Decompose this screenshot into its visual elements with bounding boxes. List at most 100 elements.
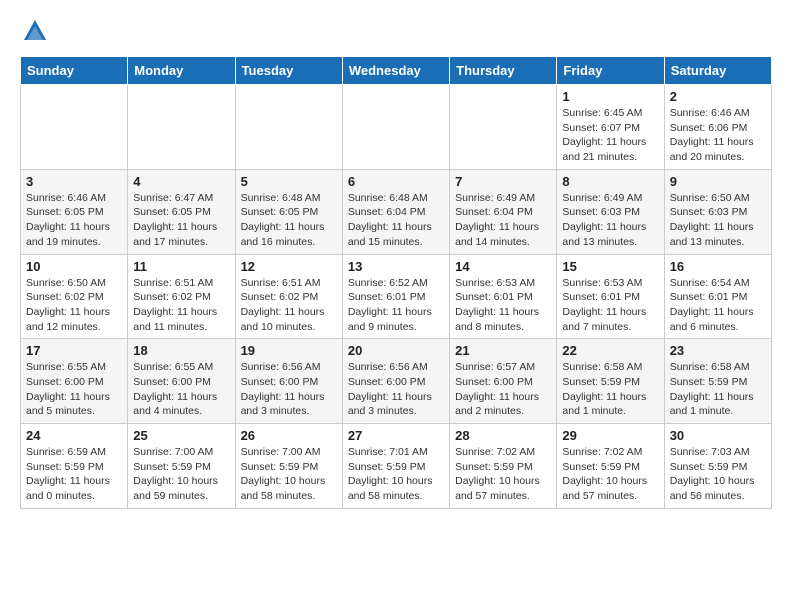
calendar-cell: 25Sunrise: 7:00 AM Sunset: 5:59 PM Dayli…: [128, 424, 235, 509]
day-info: Sunrise: 6:46 AM Sunset: 6:06 PM Dayligh…: [670, 106, 766, 165]
weekday-header-friday: Friday: [557, 57, 664, 85]
day-info: Sunrise: 6:51 AM Sunset: 6:02 PM Dayligh…: [241, 276, 337, 335]
calendar-cell: 28Sunrise: 7:02 AM Sunset: 5:59 PM Dayli…: [450, 424, 557, 509]
calendar-cell: 19 Sunrise: 6:56 AM Sunset: 6:00 PM Dayli…: [235, 339, 342, 424]
calendar-cell: 4Sunrise: 6:47 AM Sunset: 6:05 PM Daylig…: [128, 169, 235, 254]
day-number: 27: [348, 428, 444, 443]
calendar-week-3: 17 Sunrise: 6:55 AM Sunset: 6:00 PM Dayli…: [21, 339, 772, 424]
calendar-cell: [450, 85, 557, 170]
calendar-cell: 7 Sunrise: 6:49 AM Sunset: 6:04 PM Daylig…: [450, 169, 557, 254]
day-number: 15: [562, 259, 658, 274]
day-info: Sunrise: 6:49 AM Sunset: 6:04 PM Dayligh…: [455, 191, 551, 250]
day-number: 5: [241, 174, 337, 189]
day-info: Sunrise: 6:51 AM Sunset: 6:02 PM Dayligh…: [133, 276, 229, 335]
day-number: 22: [562, 343, 658, 358]
day-number: 1: [562, 89, 658, 104]
header: [20, 16, 772, 46]
day-info: Sunrise: 6:58 AM Sunset: 5:59 PM Dayligh…: [670, 360, 766, 419]
calendar-cell: 6 Sunrise: 6:48 AM Sunset: 6:04 PM Daylig…: [342, 169, 449, 254]
calendar-cell: 17 Sunrise: 6:55 AM Sunset: 6:00 PM Dayli…: [21, 339, 128, 424]
day-number: 23: [670, 343, 766, 358]
day-number: 13: [348, 259, 444, 274]
day-info: Sunrise: 7:01 AM Sunset: 5:59 PM Dayligh…: [348, 445, 444, 504]
day-number: 18: [133, 343, 229, 358]
day-number: 10: [26, 259, 122, 274]
weekday-header-thursday: Thursday: [450, 57, 557, 85]
day-number: 16: [670, 259, 766, 274]
weekday-header-tuesday: Tuesday: [235, 57, 342, 85]
day-number: 25: [133, 428, 229, 443]
logo-icon: [20, 16, 50, 46]
calendar-cell: 22 Sunrise: 6:58 AM Sunset: 5:59 PM Dayli…: [557, 339, 664, 424]
day-info: Sunrise: 6:45 AM Sunset: 6:07 PM Dayligh…: [562, 106, 658, 165]
day-info: Sunrise: 6:52 AM Sunset: 6:01 PM Dayligh…: [348, 276, 444, 335]
day-number: 24: [26, 428, 122, 443]
day-number: 17: [26, 343, 122, 358]
calendar-cell: 23 Sunrise: 6:58 AM Sunset: 5:59 PM Dayli…: [664, 339, 771, 424]
day-info: Sunrise: 6:55 AM Sunset: 6:00 PM Dayligh…: [26, 360, 122, 419]
logo: [20, 16, 54, 46]
calendar-week-2: 10 Sunrise: 6:50 AM Sunset: 6:02 PM Dayli…: [21, 254, 772, 339]
day-number: 12: [241, 259, 337, 274]
day-info: Sunrise: 7:00 AM Sunset: 5:59 PM Dayligh…: [241, 445, 337, 504]
day-info: Sunrise: 6:46 AM Sunset: 6:05 PM Dayligh…: [26, 191, 122, 250]
calendar-cell: 26 Sunrise: 7:00 AM Sunset: 5:59 PM Dayli…: [235, 424, 342, 509]
calendar-cell: 12 Sunrise: 6:51 AM Sunset: 6:02 PM Dayli…: [235, 254, 342, 339]
calendar-cell: 10 Sunrise: 6:50 AM Sunset: 6:02 PM Dayli…: [21, 254, 128, 339]
calendar-cell: 14 Sunrise: 6:53 AM Sunset: 6:01 PM Dayli…: [450, 254, 557, 339]
day-number: 21: [455, 343, 551, 358]
page: SundayMondayTuesdayWednesdayThursdayFrid…: [0, 0, 792, 525]
day-info: Sunrise: 6:49 AM Sunset: 6:03 PM Dayligh…: [562, 191, 658, 250]
day-number: 7: [455, 174, 551, 189]
day-info: Sunrise: 6:50 AM Sunset: 6:03 PM Dayligh…: [670, 191, 766, 250]
day-info: Sunrise: 6:55 AM Sunset: 6:00 PM Dayligh…: [133, 360, 229, 419]
calendar-cell: 13 Sunrise: 6:52 AM Sunset: 6:01 PM Dayli…: [342, 254, 449, 339]
calendar-cell: 20 Sunrise: 6:56 AM Sunset: 6:00 PM Dayli…: [342, 339, 449, 424]
weekday-header-sunday: Sunday: [21, 57, 128, 85]
calendar-week-4: 24Sunrise: 6:59 AM Sunset: 5:59 PM Dayli…: [21, 424, 772, 509]
day-number: 4: [133, 174, 229, 189]
day-info: Sunrise: 6:50 AM Sunset: 6:02 PM Dayligh…: [26, 276, 122, 335]
calendar-cell: [235, 85, 342, 170]
day-number: 19: [241, 343, 337, 358]
calendar-header-row: SundayMondayTuesdayWednesdayThursdayFrid…: [21, 57, 772, 85]
calendar-week-1: 3 Sunrise: 6:46 AM Sunset: 6:05 PM Daylig…: [21, 169, 772, 254]
day-number: 20: [348, 343, 444, 358]
day-info: Sunrise: 6:53 AM Sunset: 6:01 PM Dayligh…: [455, 276, 551, 335]
day-number: 26: [241, 428, 337, 443]
calendar-cell: 21 Sunrise: 6:57 AM Sunset: 6:00 PM Dayli…: [450, 339, 557, 424]
day-info: Sunrise: 6:56 AM Sunset: 6:00 PM Dayligh…: [241, 360, 337, 419]
calendar-cell: 27 Sunrise: 7:01 AM Sunset: 5:59 PM Dayli…: [342, 424, 449, 509]
day-info: Sunrise: 6:58 AM Sunset: 5:59 PM Dayligh…: [562, 360, 658, 419]
calendar-cell: 18 Sunrise: 6:55 AM Sunset: 6:00 PM Dayli…: [128, 339, 235, 424]
day-number: 14: [455, 259, 551, 274]
calendar-cell: [342, 85, 449, 170]
day-number: 8: [562, 174, 658, 189]
calendar-cell: 3 Sunrise: 6:46 AM Sunset: 6:05 PM Daylig…: [21, 169, 128, 254]
calendar-cell: 11Sunrise: 6:51 AM Sunset: 6:02 PM Dayli…: [128, 254, 235, 339]
day-number: 29: [562, 428, 658, 443]
day-info: Sunrise: 7:02 AM Sunset: 5:59 PM Dayligh…: [562, 445, 658, 504]
day-number: 3: [26, 174, 122, 189]
calendar-cell: 15Sunrise: 6:53 AM Sunset: 6:01 PM Dayli…: [557, 254, 664, 339]
calendar-cell: 5Sunrise: 6:48 AM Sunset: 6:05 PM Daylig…: [235, 169, 342, 254]
day-info: Sunrise: 6:57 AM Sunset: 6:00 PM Dayligh…: [455, 360, 551, 419]
day-info: Sunrise: 7:03 AM Sunset: 5:59 PM Dayligh…: [670, 445, 766, 504]
calendar-cell: 9 Sunrise: 6:50 AM Sunset: 6:03 PM Daylig…: [664, 169, 771, 254]
day-info: Sunrise: 6:48 AM Sunset: 6:04 PM Dayligh…: [348, 191, 444, 250]
calendar-cell: 16 Sunrise: 6:54 AM Sunset: 6:01 PM Dayli…: [664, 254, 771, 339]
weekday-header-wednesday: Wednesday: [342, 57, 449, 85]
day-number: 30: [670, 428, 766, 443]
calendar-week-0: 1 Sunrise: 6:45 AM Sunset: 6:07 PM Daylig…: [21, 85, 772, 170]
calendar-cell: [128, 85, 235, 170]
calendar-cell: [21, 85, 128, 170]
calendar-cell: 8 Sunrise: 6:49 AM Sunset: 6:03 PM Daylig…: [557, 169, 664, 254]
day-info: Sunrise: 6:56 AM Sunset: 6:00 PM Dayligh…: [348, 360, 444, 419]
calendar-cell: 1 Sunrise: 6:45 AM Sunset: 6:07 PM Daylig…: [557, 85, 664, 170]
weekday-header-saturday: Saturday: [664, 57, 771, 85]
weekday-header-monday: Monday: [128, 57, 235, 85]
day-info: Sunrise: 6:54 AM Sunset: 6:01 PM Dayligh…: [670, 276, 766, 335]
day-number: 9: [670, 174, 766, 189]
day-number: 6: [348, 174, 444, 189]
day-number: 28: [455, 428, 551, 443]
